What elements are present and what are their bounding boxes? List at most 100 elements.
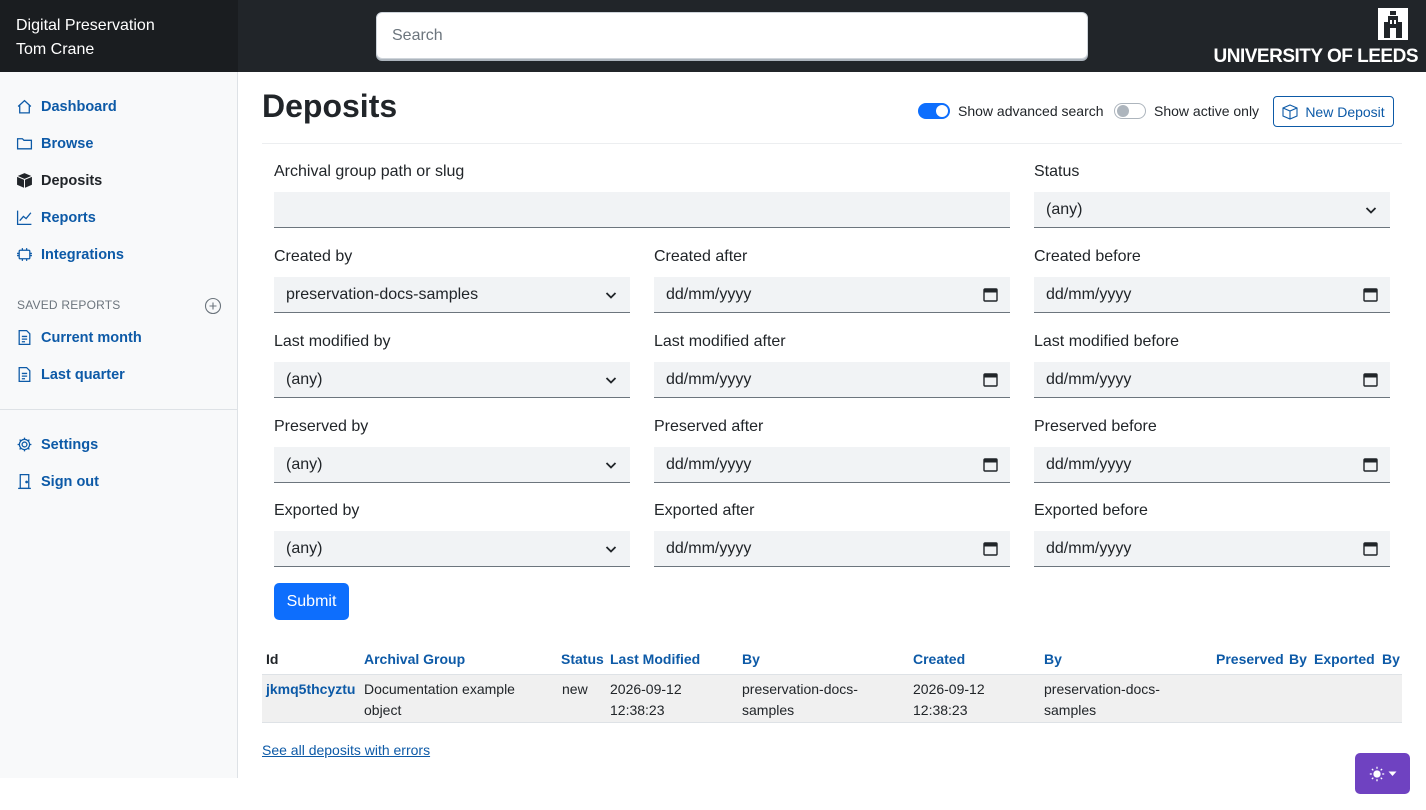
created-after-date[interactable]: dd/mm/yyyy	[654, 277, 1010, 313]
new-deposit-label: New Deposit	[1305, 103, 1385, 120]
chevron-down-icon	[1365, 206, 1377, 214]
submit-button[interactable]: Submit	[274, 583, 349, 620]
modified-before-label: Last modified before	[1034, 333, 1179, 350]
saved-report-current-month[interactable]: Current month	[16, 329, 142, 346]
plugin-icon	[17, 248, 32, 261]
box-outline-icon	[1282, 103, 1298, 120]
chevron-down-icon	[605, 545, 617, 553]
toggle-active-only[interactable]: Show active only	[1114, 103, 1259, 119]
status-value: (any)	[1046, 200, 1083, 218]
created-before-date[interactable]: dd/mm/yyyy	[1034, 277, 1390, 313]
advanced-search-switch[interactable]	[918, 103, 950, 119]
folder-icon	[16, 138, 33, 150]
saved-reports-heading: SAVED REPORTS	[17, 298, 121, 312]
exported-by-select[interactable]: (any)	[274, 531, 630, 567]
created-before-label: Created before	[1034, 248, 1141, 265]
calendar-icon[interactable]	[1363, 457, 1378, 472]
sidebar-item-integrations[interactable]: Integrations	[16, 246, 124, 263]
calendar-icon[interactable]	[983, 372, 998, 387]
path-input[interactable]	[274, 192, 1010, 228]
exported-after-date[interactable]: dd/mm/yyyy	[654, 531, 1010, 567]
top-bar: Digital Preservation Tom Crane UNIVERSIT…	[0, 0, 1426, 72]
errors-link[interactable]: See all deposits with errors	[262, 742, 430, 758]
path-label: Archival group path or slug	[274, 163, 465, 180]
preserved-by-select[interactable]: (any)	[274, 447, 630, 483]
house-icon	[17, 99, 32, 114]
modified-by-label: Last modified by	[274, 333, 391, 350]
door-icon	[18, 473, 31, 490]
column-header-created-by[interactable]: By	[1044, 651, 1062, 667]
calendar-icon[interactable]	[983, 287, 998, 302]
active-only-switch[interactable]	[1114, 103, 1146, 119]
sidebar-item-label: Reports	[41, 209, 96, 226]
deposit-id-link[interactable]: jkmq5thcyztu	[266, 679, 355, 700]
exported-before-date[interactable]: dd/mm/yyyy	[1034, 531, 1390, 567]
new-deposit-button[interactable]: New Deposit	[1273, 96, 1394, 127]
cell-modified-by: preservation-docs- samples	[742, 681, 858, 718]
calendar-icon[interactable]	[983, 541, 998, 556]
sidebar-item-reports[interactable]: Reports	[16, 209, 96, 226]
chart-line-icon	[16, 210, 32, 226]
date-placeholder: dd/mm/yyyy	[1046, 455, 1132, 473]
preserved-after-date[interactable]: dd/mm/yyyy	[654, 447, 1010, 483]
date-placeholder: dd/mm/yyyy	[1046, 370, 1132, 388]
header-divider	[262, 143, 1402, 144]
caret-down-icon	[1388, 771, 1396, 776]
calendar-icon[interactable]	[1363, 287, 1378, 302]
sidebar-item-sign-out[interactable]: Sign out	[16, 473, 99, 490]
cell-created: 2026-09-12 12:38:23	[913, 681, 985, 718]
date-placeholder: dd/mm/yyyy	[666, 455, 752, 473]
saved-report-label: Last quarter	[41, 366, 125, 383]
cell-status: new	[562, 681, 588, 697]
modified-before-date[interactable]: dd/mm/yyyy	[1034, 362, 1390, 398]
theme-toggle-button[interactable]	[1355, 753, 1410, 794]
column-header-exported[interactable]: Exported	[1314, 651, 1375, 667]
column-header-status[interactable]: Status	[561, 651, 604, 667]
chevron-down-icon	[605, 376, 617, 384]
saved-report-label: Current month	[41, 329, 142, 346]
column-header-id: Id	[266, 651, 279, 667]
preserved-after-label: Preserved after	[654, 418, 764, 435]
column-header-exported-by[interactable]: By	[1382, 651, 1400, 667]
preserved-before-date[interactable]: dd/mm/yyyy	[1034, 447, 1390, 483]
search-input[interactable]	[376, 12, 1088, 59]
exported-before-label: Exported before	[1034, 502, 1148, 519]
created-by-select[interactable]: preservation-docs-samples	[274, 277, 630, 313]
column-header-modified-by[interactable]: By	[742, 651, 760, 667]
preserved-by-value: (any)	[286, 455, 323, 473]
column-header-created[interactable]: Created	[913, 651, 965, 667]
calendar-icon[interactable]	[1363, 541, 1378, 556]
column-header-preserved[interactable]: Preserved	[1216, 651, 1284, 667]
gear-icon	[17, 437, 32, 452]
exported-after-label: Exported after	[654, 502, 755, 519]
calendar-icon[interactable]	[983, 457, 998, 472]
column-header-last-modified[interactable]: Last Modified	[610, 651, 700, 667]
sidebar-item-deposits[interactable]: Deposits	[16, 172, 102, 189]
column-header-preserved-by[interactable]: By	[1289, 651, 1307, 667]
sidebar-item-label: Integrations	[41, 246, 124, 263]
sidebar-item-dashboard[interactable]: Dashboard	[16, 98, 117, 115]
date-placeholder: dd/mm/yyyy	[666, 539, 752, 557]
toggle-advanced-search[interactable]: Show advanced search	[918, 103, 1104, 119]
tower-crest-icon	[1378, 8, 1408, 40]
modified-after-label: Last modified after	[654, 333, 786, 350]
sidebar-item-settings[interactable]: Settings	[16, 436, 98, 453]
page-title: Deposits	[262, 88, 398, 124]
sidebar-item-label: Dashboard	[41, 98, 117, 115]
sidebar-item-browse[interactable]: Browse	[16, 135, 93, 152]
status-select[interactable]: (any)	[1034, 192, 1390, 228]
sidebar-divider	[0, 409, 237, 410]
saved-report-last-quarter[interactable]: Last quarter	[16, 366, 125, 383]
date-placeholder: dd/mm/yyyy	[1046, 539, 1132, 557]
preserved-before-label: Preserved before	[1034, 418, 1157, 435]
document-icon	[18, 329, 31, 346]
modified-after-date[interactable]: dd/mm/yyyy	[654, 362, 1010, 398]
brand-block: Digital Preservation Tom Crane	[0, 0, 238, 72]
cell-archival-group: Documentation example object	[364, 681, 515, 718]
sidebar-item-label: Settings	[41, 436, 99, 453]
modified-by-select[interactable]: (any)	[274, 362, 630, 398]
plus-circle-icon[interactable]	[204, 297, 222, 315]
column-header-archival-group[interactable]: Archival Group	[364, 651, 465, 667]
calendar-icon[interactable]	[1363, 372, 1378, 387]
toggle-label: Show active only	[1154, 103, 1260, 119]
